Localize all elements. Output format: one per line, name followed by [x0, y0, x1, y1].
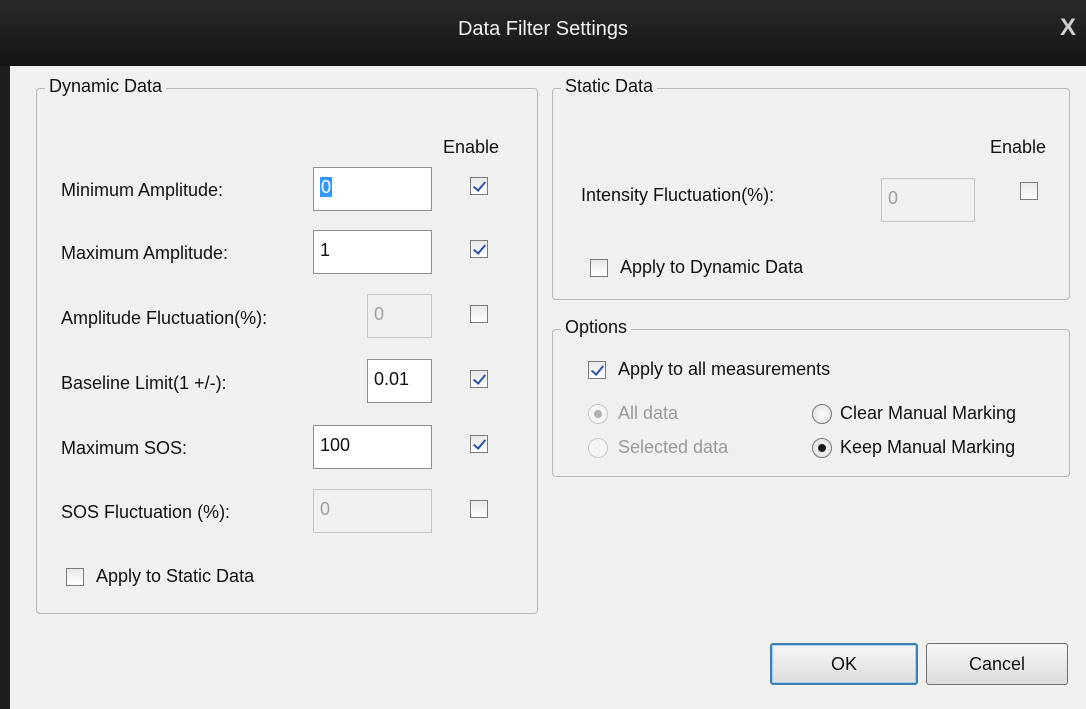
max-amplitude-enable-checkbox[interactable]: [470, 240, 488, 258]
min-amplitude-value: 0: [320, 177, 333, 197]
baseline-limit-label: Baseline Limit(1 +/-):: [61, 373, 227, 393]
amplitude-fluctuation-label: Amplitude Fluctuation(%):: [61, 308, 268, 328]
amplitude-fluctuation-enable-checkbox[interactable]: [470, 305, 488, 323]
apply-to-dynamic-checkbox[interactable]: [590, 259, 608, 277]
all-data-radio[interactable]: [588, 404, 608, 424]
apply-all-measurements-checkbox[interactable]: [588, 361, 606, 379]
baseline-limit-enable-checkbox[interactable]: [470, 370, 488, 388]
maximum-sos-input[interactable]: 100: [313, 425, 432, 469]
apply-to-dynamic-label[interactable]: Apply to Dynamic Data: [620, 257, 803, 278]
intensity-fluctuation-label: Intensity Fluctuation(%):: [581, 185, 775, 205]
baseline-limit-input[interactable]: 0.01: [367, 359, 432, 403]
dynamic-data-legend: Dynamic Data: [45, 76, 167, 97]
static-enable-header: Enable: [990, 137, 1047, 157]
min-amplitude-input[interactable]: 0: [313, 167, 432, 211]
dynamic-enable-header: Enable: [443, 137, 500, 157]
intensity-fluctuation-enable-checkbox[interactable]: [1020, 182, 1038, 200]
static-data-legend: Static Data: [561, 76, 658, 97]
keep-manual-marking-radio[interactable]: [812, 438, 832, 458]
ok-button[interactable]: OK: [770, 643, 918, 685]
cancel-button[interactable]: Cancel: [926, 643, 1068, 685]
sos-fluctuation-input[interactable]: 0: [313, 489, 432, 533]
clear-manual-marking-radio[interactable]: [812, 404, 832, 424]
sos-fluctuation-enable-checkbox[interactable]: [470, 500, 488, 518]
dynamic-data-group: Dynamic Data: [36, 76, 538, 614]
keep-manual-marking-label[interactable]: Keep Manual Marking: [840, 437, 1015, 458]
title-bar: Data Filter Settings X: [0, 0, 1086, 66]
amplitude-fluctuation-input[interactable]: 0: [367, 294, 432, 338]
max-amplitude-label: Maximum Amplitude:: [61, 243, 229, 263]
window-border: [0, 66, 10, 709]
min-amplitude-label: Minimum Amplitude:: [61, 180, 224, 200]
apply-all-measurements-label[interactable]: Apply to all measurements: [618, 359, 830, 380]
sos-fluctuation-label: SOS Fluctuation (%):: [61, 502, 231, 522]
clear-manual-marking-label[interactable]: Clear Manual Marking: [840, 403, 1016, 424]
intensity-fluctuation-input[interactable]: 0: [881, 178, 975, 222]
all-data-label[interactable]: All data: [618, 403, 678, 424]
apply-to-static-checkbox[interactable]: [66, 568, 84, 586]
selected-data-label[interactable]: Selected data: [618, 437, 728, 458]
min-amplitude-enable-checkbox[interactable]: [470, 177, 488, 195]
selected-data-radio[interactable]: [588, 438, 608, 458]
apply-to-static-label[interactable]: Apply to Static Data: [96, 566, 254, 587]
options-legend: Options: [561, 317, 632, 338]
window-title: Data Filter Settings: [457, 18, 629, 40]
maximum-sos-enable-checkbox[interactable]: [470, 435, 488, 453]
max-amplitude-input[interactable]: 1: [313, 230, 432, 274]
close-icon[interactable]: X: [1060, 14, 1076, 42]
maximum-sos-label: Maximum SOS:: [61, 438, 188, 458]
